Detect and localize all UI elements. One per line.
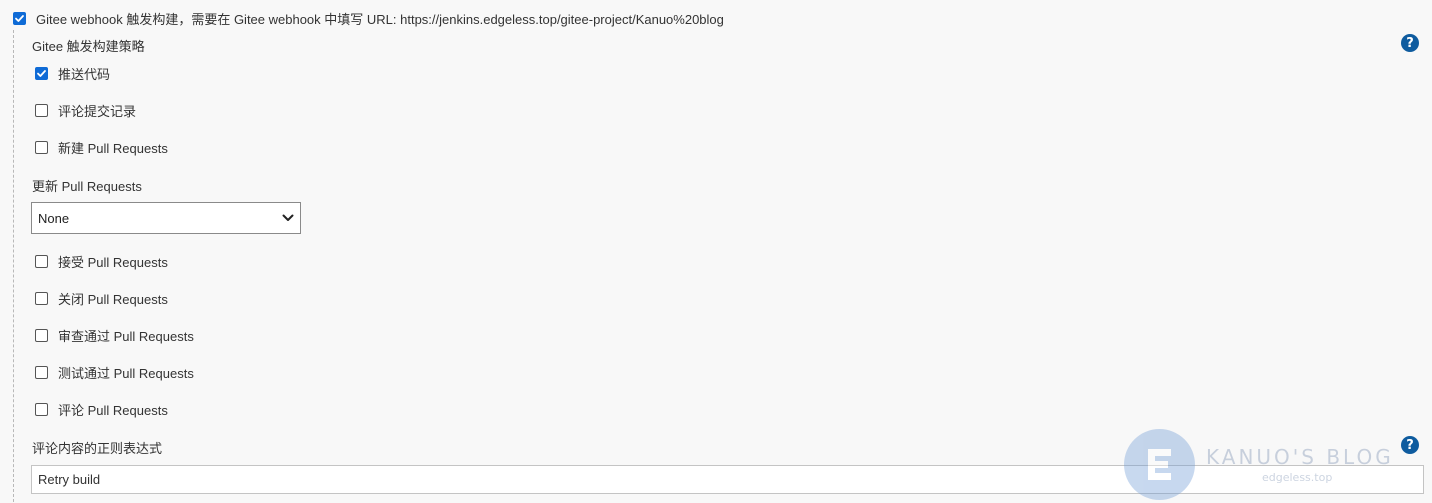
comment-pull-requests-label: 评论 Pull Requests (58, 402, 168, 418)
new-pull-requests-label: 新建 Pull Requests (58, 140, 168, 156)
gitee-webhook-trigger-label: Gitee webhook 触发构建，需要在 Gitee webhook 中填写… (36, 11, 724, 27)
option-new-pull-requests[interactable]: 新建 Pull Requests (35, 138, 168, 156)
close-pull-requests-label: 关闭 Pull Requests (58, 291, 168, 307)
update-pull-requests-selected-value: None (38, 210, 70, 226)
push-code-checkbox[interactable] (35, 66, 48, 80)
test-passed-pull-requests-checkbox[interactable] (35, 365, 48, 379)
review-passed-pull-requests-label: 审查通过 Pull Requests (58, 328, 194, 344)
comment-regex-label: 评论内容的正则表达式 (32, 441, 163, 456)
comment-pull-requests-checkbox[interactable] (35, 402, 48, 416)
question-mark-icon[interactable]: ? (1401, 436, 1419, 454)
update-pull-requests-select[interactable]: None (31, 202, 301, 234)
close-pull-requests-checkbox[interactable] (35, 291, 48, 305)
gitee-webhook-trigger-row[interactable]: Gitee webhook 触发构建，需要在 Gitee webhook 中填写… (13, 9, 724, 27)
update-pull-requests-label: 更新 Pull Requests (32, 179, 142, 194)
test-passed-pull-requests-label: 测试通过 Pull Requests (58, 365, 194, 381)
gitee-webhook-trigger-checkbox[interactable] (13, 11, 26, 25)
option-review-passed-pull-requests[interactable]: 审查通过 Pull Requests (35, 326, 194, 344)
review-passed-pull-requests-checkbox[interactable] (35, 328, 48, 342)
comment-commit-checkbox[interactable] (35, 103, 48, 117)
checkmark-icon (15, 14, 24, 22)
option-accept-pull-requests[interactable]: 接受 Pull Requests (35, 252, 168, 270)
new-pull-requests-checkbox[interactable] (35, 140, 48, 154)
option-push-code[interactable]: 推送代码 (35, 64, 110, 82)
accept-pull-requests-label: 接受 Pull Requests (58, 254, 168, 270)
comment-regex-input[interactable]: Retry build (31, 465, 1424, 494)
chevron-down-icon (282, 214, 294, 221)
comment-commit-label: 评论提交记录 (58, 103, 137, 119)
checkmark-icon (37, 69, 46, 77)
section-dashed-rail (13, 30, 14, 502)
option-close-pull-requests[interactable]: 关闭 Pull Requests (35, 289, 168, 307)
accept-pull-requests-checkbox[interactable] (35, 254, 48, 268)
trigger-strategy-heading: Gitee 触发构建策略 (32, 39, 145, 54)
option-test-passed-pull-requests[interactable]: 测试通过 Pull Requests (35, 363, 194, 381)
comment-regex-value: Retry build (38, 472, 101, 487)
option-comment-pull-requests[interactable]: 评论 Pull Requests (35, 400, 168, 418)
push-code-label: 推送代码 (58, 66, 111, 82)
option-comment-commit[interactable]: 评论提交记录 (35, 101, 136, 119)
question-mark-icon[interactable]: ? (1401, 34, 1419, 52)
